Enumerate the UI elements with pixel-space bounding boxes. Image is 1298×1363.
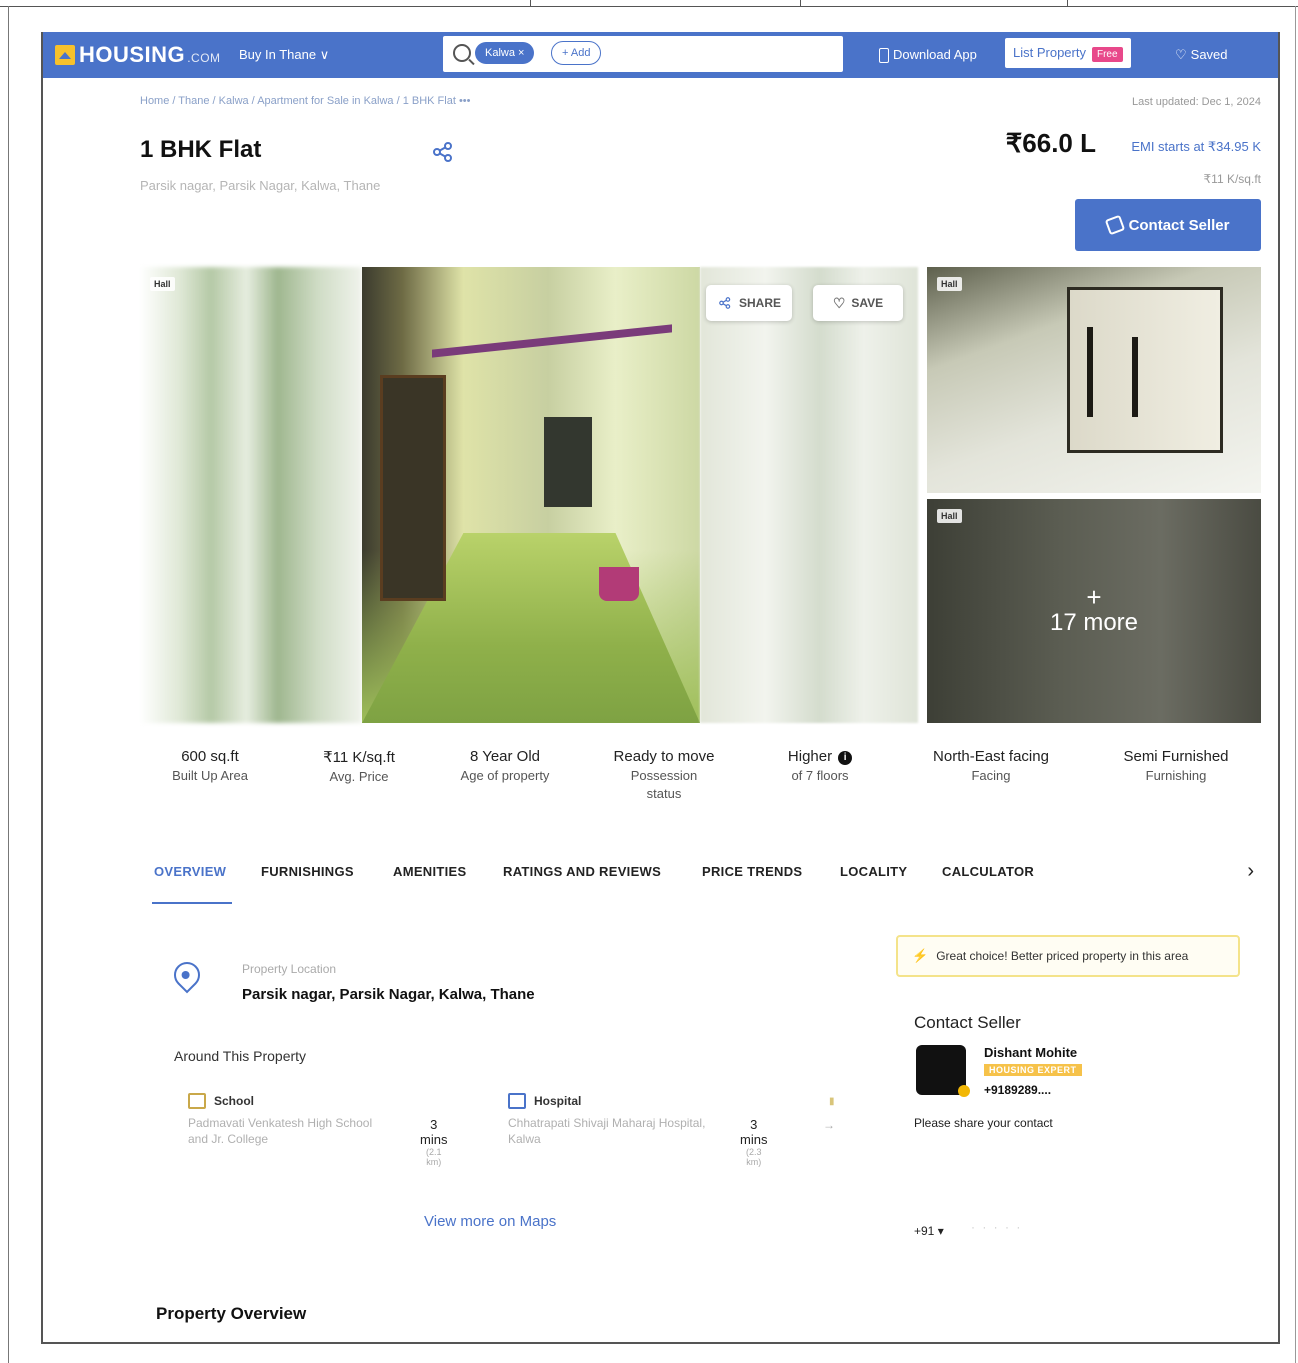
- fact-possession-status: Ready to move Possession status: [613, 748, 715, 801]
- around-title: Around This Property: [174, 1048, 307, 1064]
- tab-overview[interactable]: OVERVIEW: [154, 864, 226, 879]
- housing-logo[interactable]: HOUSING .COM: [55, 42, 221, 68]
- listing-page: HOUSING .COM Buy In Thane ∨ Kalwa × + Add…: [41, 32, 1280, 1344]
- fact-avg-price: ₹11 K/sq.ft Avg. Price: [323, 749, 395, 784]
- location-pin-icon: [168, 956, 206, 994]
- list-property-button[interactable]: List Property Free: [1005, 38, 1131, 68]
- gallery-photo-blurred-right[interactable]: [700, 267, 918, 723]
- nearby-category-icon: ▮: [829, 1096, 835, 1107]
- heart-icon: ♡: [832, 294, 846, 311]
- download-app-link[interactable]: Download App: [879, 47, 977, 64]
- location-value: Parsik nagar, Parsik Nagar, Kalwa, Thane: [242, 986, 535, 1003]
- lightning-icon: ⚡: [912, 948, 929, 963]
- tab-amenities[interactable]: AMENITIES: [393, 864, 466, 879]
- key-facts: 600 sq.ft Built Up Area ₹11 K/sq.ft Avg.…: [140, 748, 1261, 828]
- location-label: Property Location: [242, 962, 337, 976]
- photo-gallery: Hall SHARE ♡ SAVE Hall Hall + 17 more: [140, 267, 1261, 723]
- last-updated: Last updated: Dec 1, 2024: [1131, 96, 1261, 108]
- fact-property-age: 8 Year Old Age of property: [460, 748, 550, 783]
- gallery-photo-blurred-left[interactable]: [140, 267, 362, 723]
- breadcrumb[interactable]: Home / Thane / Kalwa / Apartment for Sal…: [140, 95, 471, 107]
- gallery-photo-main[interactable]: [362, 267, 700, 723]
- photo-tag-hall: Hall: [150, 277, 175, 291]
- phone-number-field[interactable]: · · · · ·: [971, 1220, 1022, 1234]
- logo-house-icon: [55, 45, 75, 65]
- search-icon: [453, 44, 471, 62]
- school-icon: [188, 1093, 206, 1109]
- agent-phone: +9189289....: [984, 1083, 1052, 1097]
- price-per-sqft: ₹11 K/sq.ft: [1203, 172, 1261, 186]
- fact-built-up-area: 600 sq.ft Built Up Area: [172, 748, 248, 783]
- great-choice-banner: ⚡ Great choice! Better priced property in…: [896, 935, 1240, 977]
- gallery-photo-top-right[interactable]: Hall: [927, 267, 1261, 493]
- share-icon[interactable]: [431, 140, 455, 164]
- free-badge: Free: [1091, 47, 1123, 62]
- country-code-select[interactable]: +91 ▾: [914, 1224, 944, 1238]
- fact-facing: North-East facing Facing: [933, 748, 1049, 783]
- saved-link[interactable]: ♡ Saved: [1175, 47, 1228, 63]
- tab-furnishings[interactable]: FURNISHINGS: [261, 864, 354, 879]
- arrow-right-icon[interactable]: →: [823, 1118, 835, 1132]
- listing-address: Parsik nagar, Parsik Nagar, Kalwa, Thane: [140, 178, 381, 193]
- share-contact-prompt: Please share your contact: [914, 1116, 1053, 1130]
- photo-tag-hall: Hall: [937, 277, 962, 291]
- contact-seller-title: Contact Seller: [914, 1013, 1021, 1032]
- logo-text: HOUSING: [79, 42, 186, 67]
- plus-icon: +: [1086, 582, 1102, 612]
- tab-locality[interactable]: LOCALITY: [840, 864, 907, 879]
- more-photos-count: 17 more: [1049, 609, 1139, 636]
- contact-seller-button[interactable]: Contact Seller: [1075, 199, 1261, 251]
- search-bar[interactable]: Kalwa × + Add: [443, 36, 843, 72]
- page-title: 1 BHK Flat: [140, 136, 262, 163]
- tab-calculator[interactable]: CALCULATOR: [942, 864, 1034, 879]
- tab-ratings-reviews[interactable]: RATINGS AND REVIEWS: [503, 864, 661, 879]
- property-overview-heading: Property Overview: [156, 1304, 307, 1323]
- city-selector[interactable]: Buy In Thane ∨: [239, 47, 329, 63]
- view-more-on-maps-link[interactable]: View more on Maps: [424, 1213, 556, 1230]
- agent-name: Dishant Mohite: [984, 1045, 1078, 1060]
- section-tabs: OVERVIEW FURNISHINGS AMENITIES RATINGS A…: [140, 856, 1261, 904]
- gallery-save-button[interactable]: ♡ SAVE: [813, 285, 903, 321]
- active-tab-indicator: [152, 902, 232, 904]
- info-icon[interactable]: i: [838, 751, 853, 765]
- more-photos-overlay[interactable]: + 17 more: [927, 499, 1261, 723]
- logo-suffix: .COM: [187, 51, 221, 65]
- add-location-chip[interactable]: + Add: [551, 41, 602, 65]
- outer-frame-left: [8, 6, 9, 1363]
- top-nav: HOUSING .COM Buy In Thane ∨ Kalwa × + Add…: [43, 32, 1278, 78]
- listing-price: ₹66.0 L: [1005, 128, 1096, 158]
- around-item-hospital[interactable]: Hospital Chhatrapati Shivaji Maharaj Hos…: [508, 1093, 767, 1167]
- gallery-share-button[interactable]: SHARE: [706, 285, 792, 321]
- fact-floor: Higher i of 7 floors: [760, 748, 880, 785]
- housing-expert-badge: HOUSING EXPERT: [984, 1064, 1082, 1076]
- gallery-photo-more[interactable]: Hall + 17 more: [927, 499, 1261, 723]
- outer-frame-top: [0, 0, 1298, 7]
- hospital-icon: [508, 1093, 526, 1109]
- avatar: [916, 1045, 970, 1097]
- around-item-school[interactable]: School Padmavati Venkatesh High School a…: [188, 1093, 447, 1167]
- share-icon: [719, 297, 731, 309]
- outer-frame-right: [1295, 6, 1296, 1363]
- phone-icon: [1104, 214, 1125, 236]
- chevron-right-icon[interactable]: ›: [1247, 860, 1254, 883]
- fact-furnishing: Semi Furnished Furnishing: [1123, 748, 1229, 783]
- search-chip-kalwa[interactable]: Kalwa ×: [475, 42, 535, 64]
- heart-icon: ♡: [1175, 47, 1187, 62]
- emi-link[interactable]: EMI starts at ₹34.95 K: [1131, 139, 1261, 155]
- mobile-icon: [879, 48, 889, 64]
- tab-price-trends[interactable]: PRICE TRENDS: [702, 864, 802, 879]
